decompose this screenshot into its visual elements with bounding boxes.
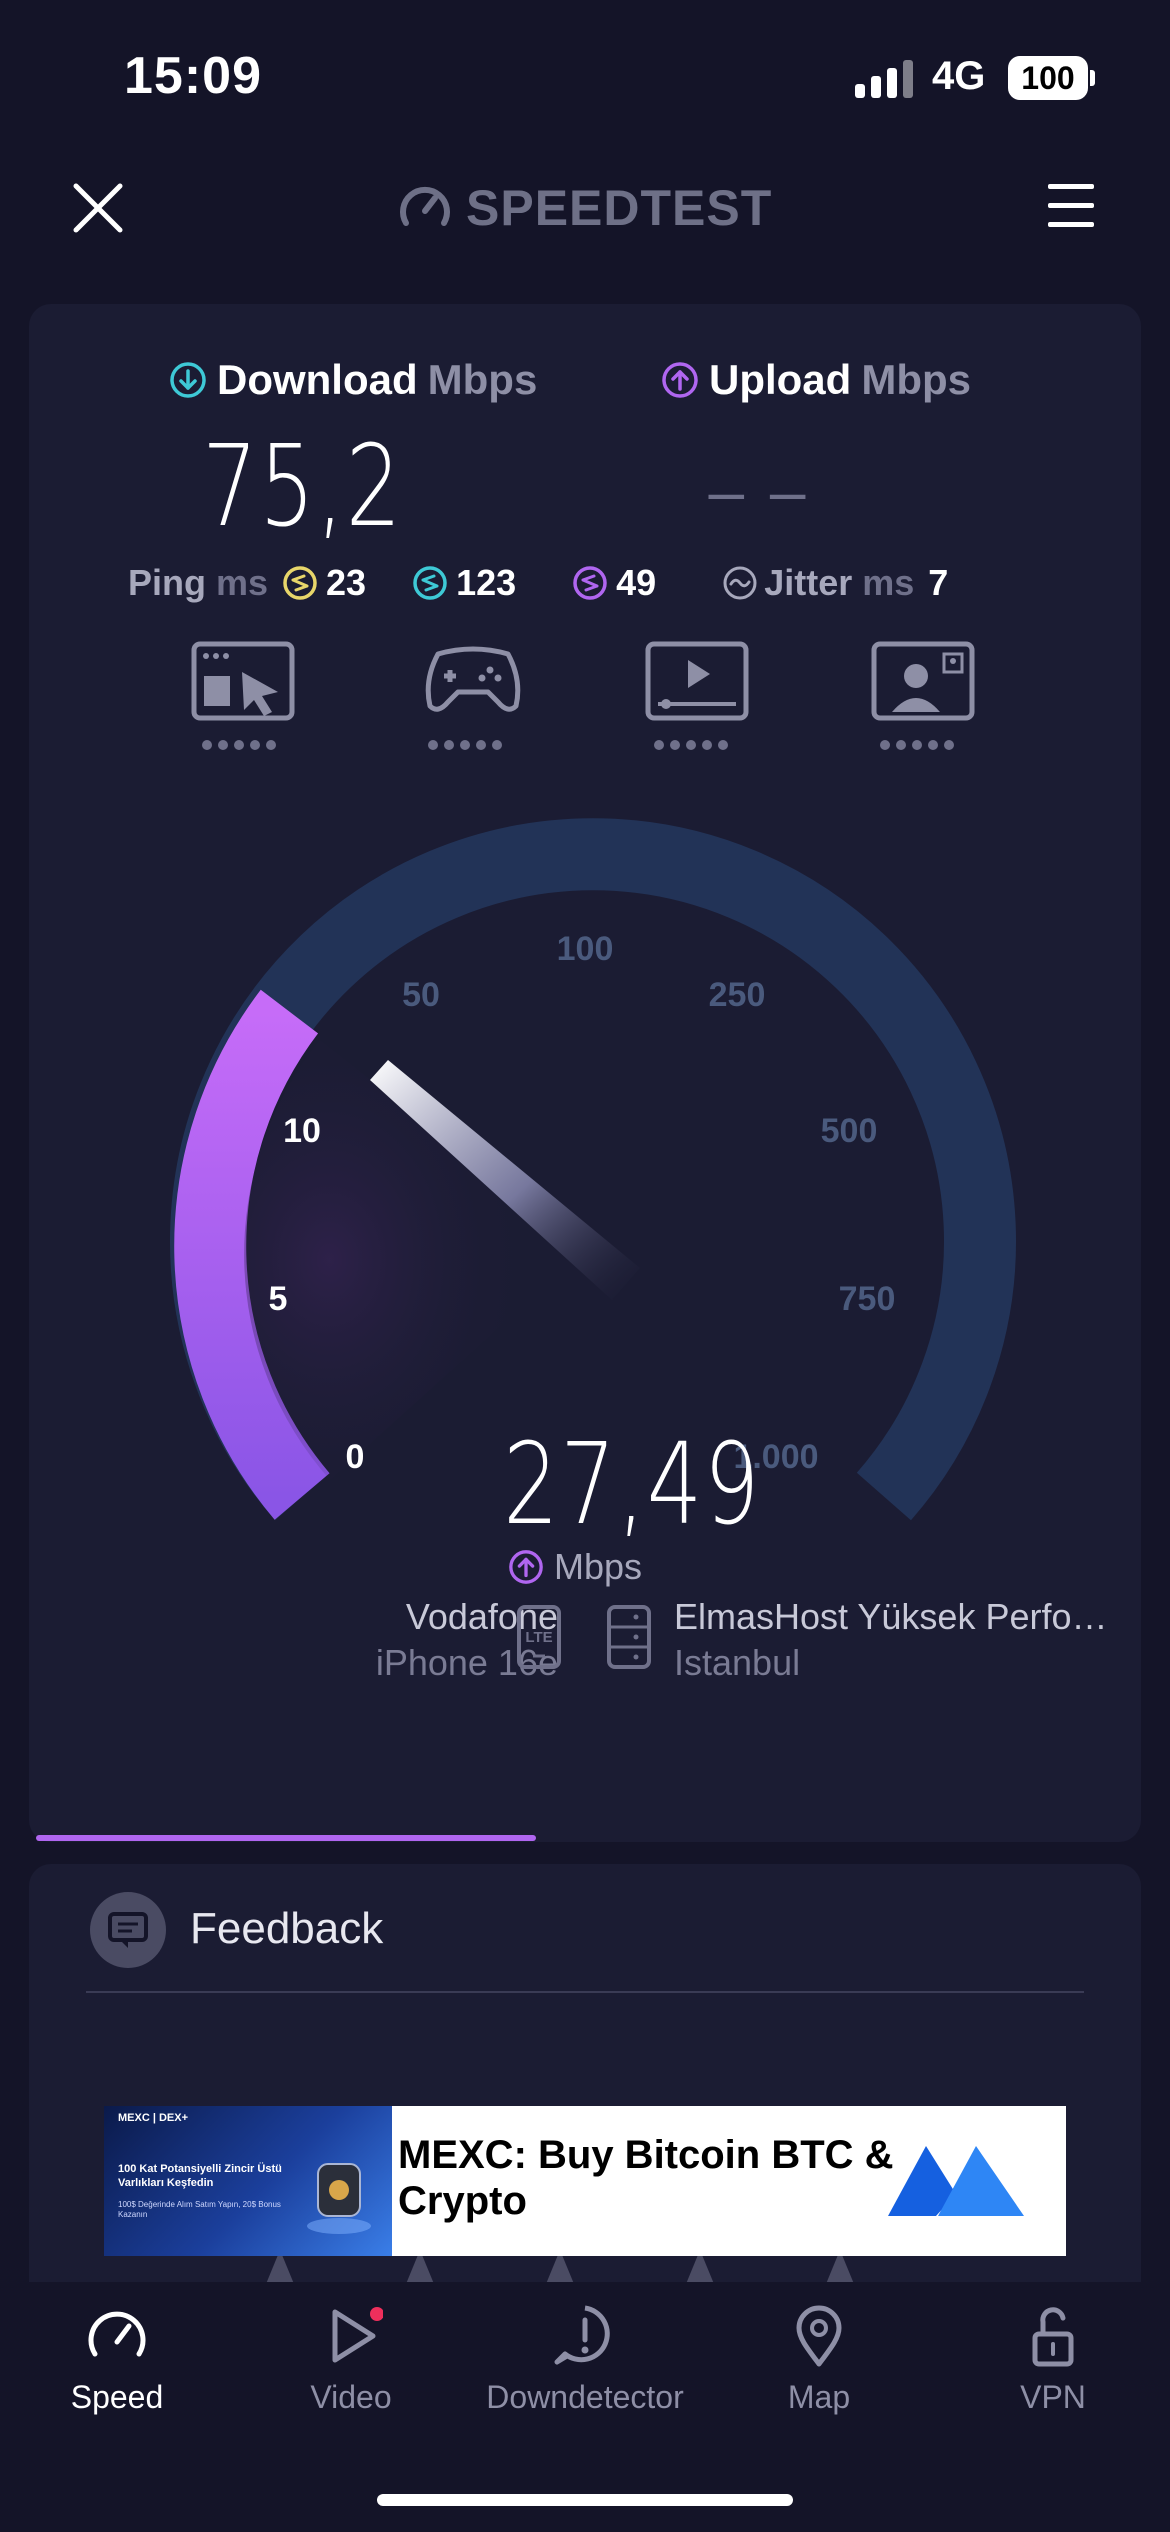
feedback-button[interactable]	[90, 1892, 166, 1968]
gauge-tick: 500	[821, 1112, 878, 1150]
gauge-tick: 50	[402, 976, 440, 1014]
ad-image-headline: 100 Kat Potansiyelli Zincir Üstü Varlıkl…	[118, 2163, 282, 2189]
gauge-tick: 0	[346, 1438, 365, 1476]
mexc-logo-icon	[888, 2146, 1024, 2216]
gauge-tick: 5	[269, 1280, 288, 1318]
gauge-tick: 250	[709, 976, 766, 1014]
speedometer-icon	[88, 2311, 146, 2357]
server-icon	[606, 1604, 652, 1675]
divider	[86, 1991, 1084, 1993]
speed-gauge: 0 5 10 50 100 250 500 750 1.000	[170, 818, 1016, 1521]
tab-label: Video	[310, 2379, 392, 2415]
speed-unit-label: Mbps	[554, 1546, 643, 1587]
tab-downdetector[interactable]: Downdetector	[468, 2304, 702, 2416]
play-icon	[332, 2307, 384, 2363]
test-progress-bar	[36, 1835, 536, 1841]
ad-title: MEXC: Buy Bitcoin BTC & Crypto	[398, 2133, 894, 2223]
tab-label: Speed	[70, 2379, 164, 2415]
tab-video[interactable]: Video	[234, 2304, 468, 2416]
feedback-label[interactable]: Feedback	[190, 1904, 383, 1954]
tab-label: Map	[787, 2379, 851, 2415]
ad-art-icon	[307, 2163, 371, 2234]
lock-icon	[1032, 2307, 1074, 2367]
current-speed-unit: Mbps	[508, 1546, 642, 1588]
tab-label: VPN	[1020, 2379, 1086, 2415]
notification-badge	[370, 2307, 384, 2321]
tab-speed[interactable]: Speed	[0, 2304, 234, 2416]
tab-map[interactable]: Map	[702, 2304, 936, 2416]
tab-label: Downdetector	[486, 2379, 684, 2415]
gauge-tick: 100	[557, 930, 614, 968]
tab-vpn[interactable]: VPN	[936, 2304, 1170, 2416]
gauge-tick: 750	[839, 1280, 896, 1318]
server-location: Istanbul	[674, 1642, 801, 1683]
gauge-tick: 10	[283, 1112, 321, 1150]
ad-brand: MEXC | DEX+	[118, 2112, 189, 2124]
alert-icon	[554, 2305, 610, 2365]
server-name: ElmasHost Yüksek Perfo…	[674, 1596, 1108, 1637]
lte-icon: LTE	[516, 1604, 562, 1675]
upload-arrow-icon	[509, 1550, 543, 1584]
ad-banner[interactable]: MEXC | DEX+ 100 Kat Potansiyelli Zincir …	[104, 2106, 1066, 2256]
home-indicator[interactable]	[377, 2494, 793, 2506]
connection-type: LTE	[525, 1629, 552, 1646]
current-speed-value: 27,49	[503, 1420, 761, 1550]
ad-image: MEXC | DEX+ 100 Kat Potansiyelli Zincir …	[104, 2106, 392, 2256]
server-info[interactable]: ElmasHost Yüksek Perfo… Istanbul	[674, 1594, 1144, 1686]
ad-image-subtext: 100$ Değerinde Alım Satım Yapın, 20$ Bon…	[118, 2200, 281, 2219]
map-pin-icon	[796, 2305, 842, 2367]
chat-bubble-icon	[108, 1912, 148, 1948]
